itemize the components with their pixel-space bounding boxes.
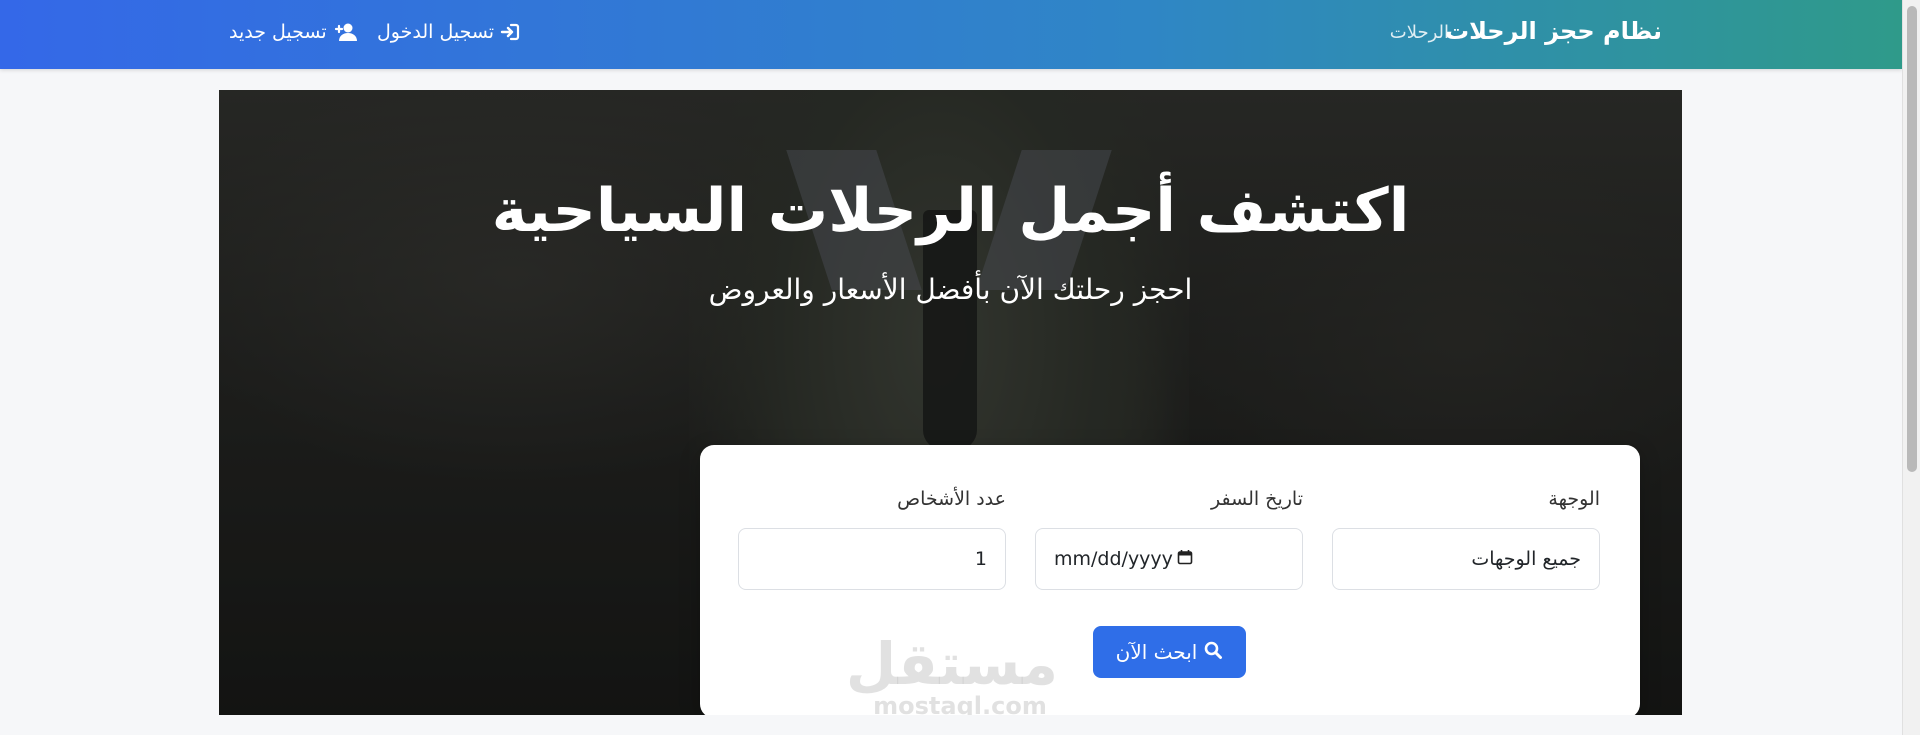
- people-input[interactable]: 1: [738, 528, 1006, 590]
- top-navbar: نظام حجز الرحلات الرحلات تسجيل الدخول تس…: [0, 0, 1902, 69]
- search-form-card: الوجهة جميع الوجهات تاريخ السفر mm/dd/yy…: [700, 445, 1640, 715]
- date-input[interactable]: mm/dd/yyyy: [1035, 528, 1303, 590]
- hero-subtitle: احجز رحلتك الآن بأفضل الأسعار والعروض: [708, 273, 1193, 306]
- calendar-icon[interactable]: [1177, 548, 1193, 570]
- watermark: مستقل mostaql.com: [845, 630, 1058, 715]
- login-label: تسجيل الدخول: [377, 21, 495, 43]
- destination-label: الوجهة: [1548, 488, 1600, 510]
- login-link[interactable]: تسجيل الدخول: [377, 21, 520, 43]
- page-scrollbar[interactable]: [1902, 0, 1920, 735]
- date-field: تاريخ السفر mm/dd/yyyy: [1035, 486, 1303, 590]
- search-button-label: ابحث الآن: [1115, 640, 1198, 664]
- user-plus-icon: [333, 22, 359, 42]
- search-icon: [1203, 640, 1223, 665]
- hero-title: اكتشف أجمل الرحلات السياحية: [491, 176, 1410, 246]
- people-label: عدد الأشخاص: [897, 488, 1006, 510]
- destination-value: جميع الوجهات: [1471, 548, 1581, 570]
- sign-in-icon: [500, 22, 520, 42]
- register-label: تسجيل جديد: [229, 21, 327, 43]
- people-value: 1: [974, 548, 987, 570]
- nav-link-trips[interactable]: الرحلات: [1390, 22, 1449, 43]
- register-link[interactable]: تسجيل جديد: [229, 21, 359, 43]
- date-label: تاريخ السفر: [1211, 488, 1303, 510]
- destination-field: الوجهة جميع الوجهات: [1332, 486, 1600, 590]
- brand-logo[interactable]: نظام حجز الرحلات: [1445, 17, 1662, 45]
- watermark-latin: mostaql.com: [873, 692, 1047, 715]
- watermark-arabic: مستقل: [845, 630, 1058, 698]
- search-button[interactable]: ابحث الآن: [1093, 626, 1246, 678]
- hero-banner: اكتشف أجمل الرحلات السياحية احجز رحلتك ا…: [219, 90, 1682, 715]
- people-field: عدد الأشخاص 1: [738, 486, 1006, 590]
- destination-select[interactable]: جميع الوجهات: [1332, 528, 1600, 590]
- scrollbar-thumb[interactable]: [1907, 6, 1917, 472]
- date-placeholder: mm/dd/yyyy: [1054, 548, 1173, 570]
